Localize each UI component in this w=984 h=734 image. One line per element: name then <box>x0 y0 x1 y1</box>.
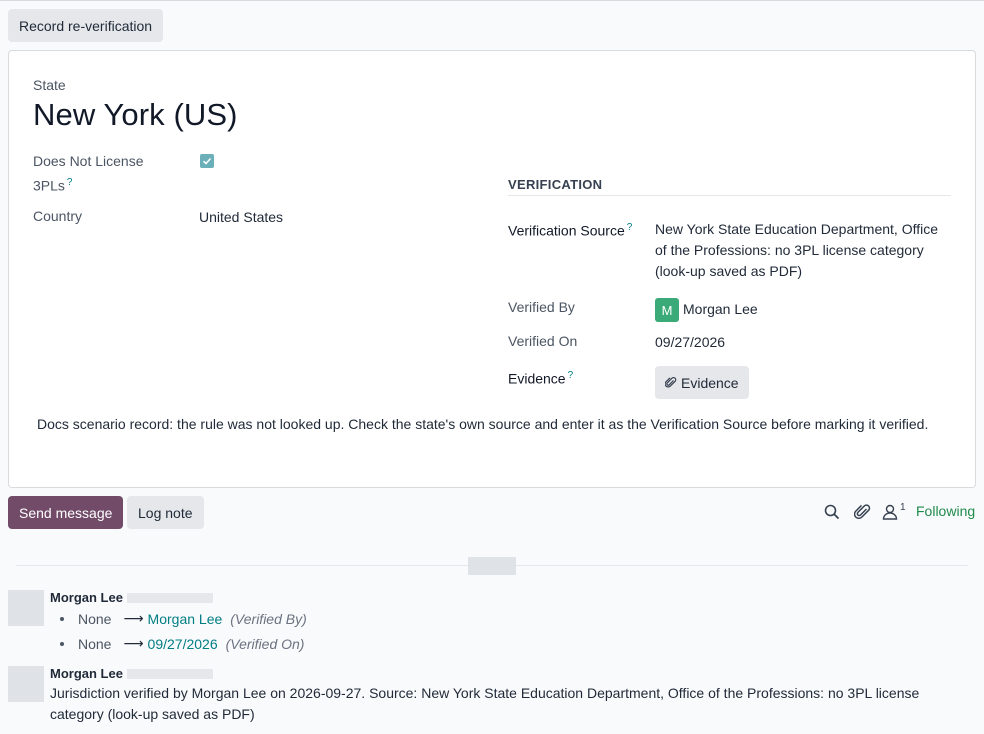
state-name-title: New York (US) <box>33 97 238 132</box>
arrow-right-icon: ⟶ <box>123 635 144 651</box>
log-note-button[interactable]: Log note <box>127 496 204 529</box>
paperclip-icon[interactable] <box>854 503 872 521</box>
bullet <box>60 641 64 646</box>
verified-by-link[interactable]: Morgan Lee <box>683 299 758 320</box>
arrow-right-icon: ⟶ <box>123 610 144 626</box>
verified-on-label: Verified On <box>508 333 578 349</box>
message-date-placeholder <box>127 593 213 603</box>
send-message-button[interactable]: Send message <box>8 496 124 529</box>
date-separator-pill <box>468 557 516 575</box>
evidence-label-text: Evidence <box>508 370 566 387</box>
following-button[interactable]: Following <box>916 503 975 519</box>
message-body-line-1: Jurisdiction verified by Morgan Lee on 2… <box>50 685 920 701</box>
message-date-placeholder <box>127 669 213 679</box>
tracking-field-name: (Verified On) <box>225 635 305 652</box>
help-icon[interactable]: ? <box>627 222 633 233</box>
tracking-old-value: None <box>78 610 112 627</box>
no-license-label-line2: 3PLs <box>33 177 65 194</box>
message-body: Jurisdiction verified by Morgan Lee on 2… <box>50 683 950 725</box>
scenario-note: Docs scenario record: the rule was not l… <box>37 416 929 432</box>
tracking-new-value-link[interactable]: 09/27/2026 <box>148 636 218 652</box>
tracking-new-value-link[interactable]: Morgan Lee <box>148 611 223 627</box>
verification-source-label: Verification Source? <box>508 217 632 242</box>
help-icon[interactable]: ? <box>67 177 73 188</box>
verification-section-title: VERIFICATION <box>508 177 951 196</box>
country-label: Country <box>33 208 83 224</box>
no-license-checkbox[interactable] <box>200 154 214 168</box>
no-license-label: Does Not License 3PLs? <box>33 151 144 197</box>
tracking-field-name: (Verified By) <box>230 610 307 627</box>
verified-by-avatar: M <box>655 298 679 322</box>
top-border <box>0 0 984 1</box>
tracking-change-row: None ⟶ Morgan Lee (Verified By) <box>60 610 307 627</box>
source-line-1: New York State Education Department, Off… <box>655 221 939 237</box>
follower-count: 1 <box>900 502 906 513</box>
message-body-line-2: category (look-up saved as PDF) <box>50 706 255 722</box>
form-sheet: State New York (US) Does Not License 3PL… <box>8 50 976 488</box>
message-author[interactable]: Morgan Lee <box>50 590 123 605</box>
source-line-2: of the Professions: no 3PL license categ… <box>655 242 924 258</box>
source-line-3: (look-up saved as PDF) <box>655 263 803 279</box>
message-author[interactable]: Morgan Lee <box>50 666 123 681</box>
evidence-button-label: Evidence <box>681 374 739 391</box>
search-icon[interactable] <box>823 503 841 521</box>
evidence-button[interactable]: Evidence <box>655 366 749 399</box>
no-license-label-line1: Does Not License <box>33 153 144 169</box>
help-icon[interactable]: ? <box>568 370 574 381</box>
evidence-label: Evidence? <box>508 365 573 390</box>
paperclip-icon <box>665 377 677 388</box>
verification-source-label-text: Verification Source <box>508 222 625 239</box>
record-reverification-button[interactable]: Record re-verification <box>8 9 164 42</box>
verification-source-value[interactable]: New York State Education Department, Off… <box>655 219 955 282</box>
verified-by-label: Verified By <box>508 299 575 315</box>
message-avatar[interactable] <box>8 590 44 626</box>
follower-icon[interactable] <box>881 503 899 521</box>
country-link[interactable]: United States <box>199 207 283 228</box>
verified-on-value[interactable]: 09/27/2026 <box>655 332 725 353</box>
tracking-old-value: None <box>78 635 112 652</box>
bullet <box>60 616 64 621</box>
state-field-label: State <box>33 77 66 93</box>
check-icon <box>202 157 212 165</box>
message-avatar[interactable] <box>8 666 44 702</box>
tracking-change-row: None ⟶ 09/27/2026 (Verified On) <box>60 635 304 652</box>
